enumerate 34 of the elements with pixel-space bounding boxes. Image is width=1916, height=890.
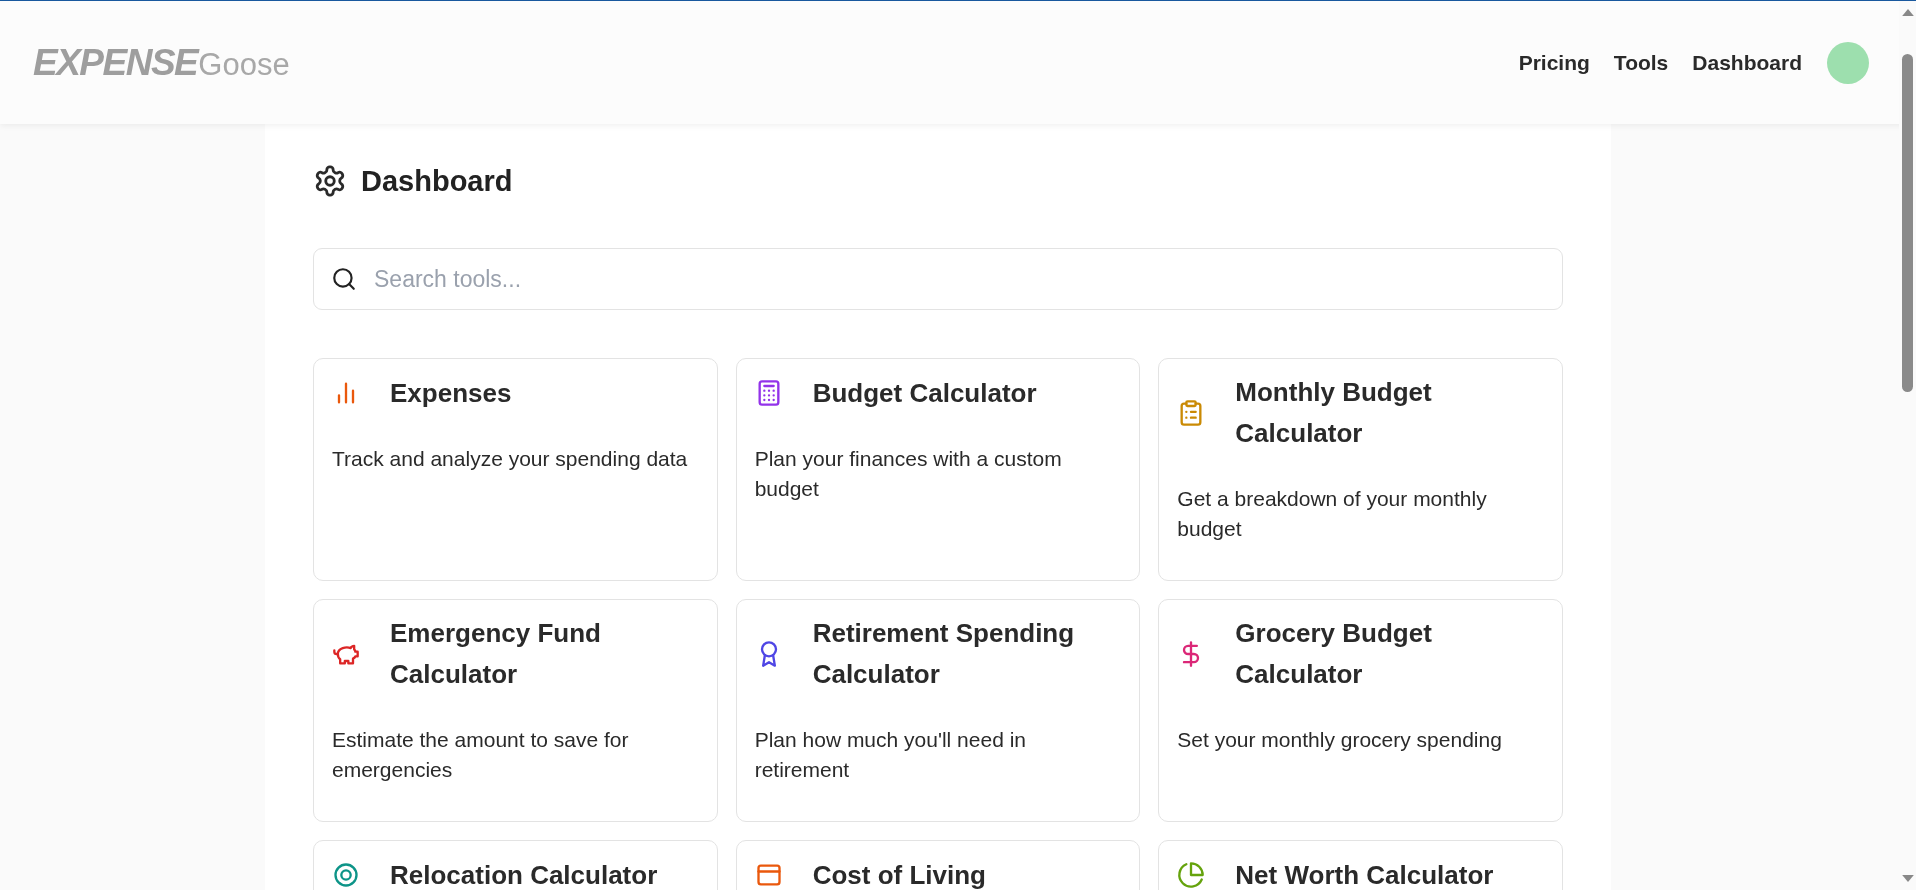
tool-card[interactable]: Net Worth Calculator [1158,840,1563,890]
tool-card[interactable]: Monthly Budget Calculator Get a breakdown of your monthly budget [1158,358,1563,581]
search-icon [331,266,357,292]
tool-description: Estimate the amount to save for emergencies [332,727,630,783]
nav-link[interactable]: Tools [1613,50,1669,75]
page-title: Dashboard [361,164,513,198]
nav-link[interactable]: Dashboard [1692,50,1802,75]
scrollbar-thumb[interactable] [1902,54,1913,392]
tool-description: Set your monthly grocery spending [1177,727,1503,753]
nav-link[interactable]: Pricing [1518,50,1590,75]
tool-title: Budget Calculator [812,376,1037,410]
tool-card[interactable]: Expenses Track and analyze your spending data [313,358,718,581]
tool-description: Plan your finances with a custom budget [754,446,1063,502]
tool-title: Relocation Calculator [390,858,658,890]
tool-title: Expenses [390,376,512,410]
scroll-down-arrow-icon[interactable] [1901,875,1914,882]
tool-title: Cost of Living [812,858,986,890]
tool-card[interactable]: Cost of Living [735,840,1141,890]
tool-description: Get a breakdown of your monthly budget [1177,486,1488,542]
tool-title: Grocery Budget Calculator [1235,617,1433,691]
tool-card[interactable]: Budget Calculator Plan your finances with a custom budget [735,358,1141,581]
tool-title: Net Worth Calculator [1235,858,1494,890]
tool-description: Plan how much you'll need in retirement [754,727,1027,783]
tool-card[interactable]: Grocery Budget Calculator Set your monthly grocery spending [1158,599,1563,822]
tool-title: Emergency Fund Calculator [390,617,602,691]
tool-card[interactable]: Relocation Calculator [313,840,718,890]
scroll-up-arrow-icon[interactable] [1901,9,1914,16]
tool-card[interactable]: Emergency Fund Calculator Estimate the amount to save for emergencies [313,599,718,822]
tool-title: Monthly Budget Calculator [1235,376,1433,450]
search-field[interactable]: Search tools... [313,248,1563,310]
tool-description: Track and analyze your spending data [332,446,689,472]
tool-title: Retirement Spending Calculator [812,617,1076,691]
tool-card[interactable]: Retirement Spending Calculator Plan how much you'll need in retirement [735,599,1141,822]
settings-icon [313,164,347,198]
